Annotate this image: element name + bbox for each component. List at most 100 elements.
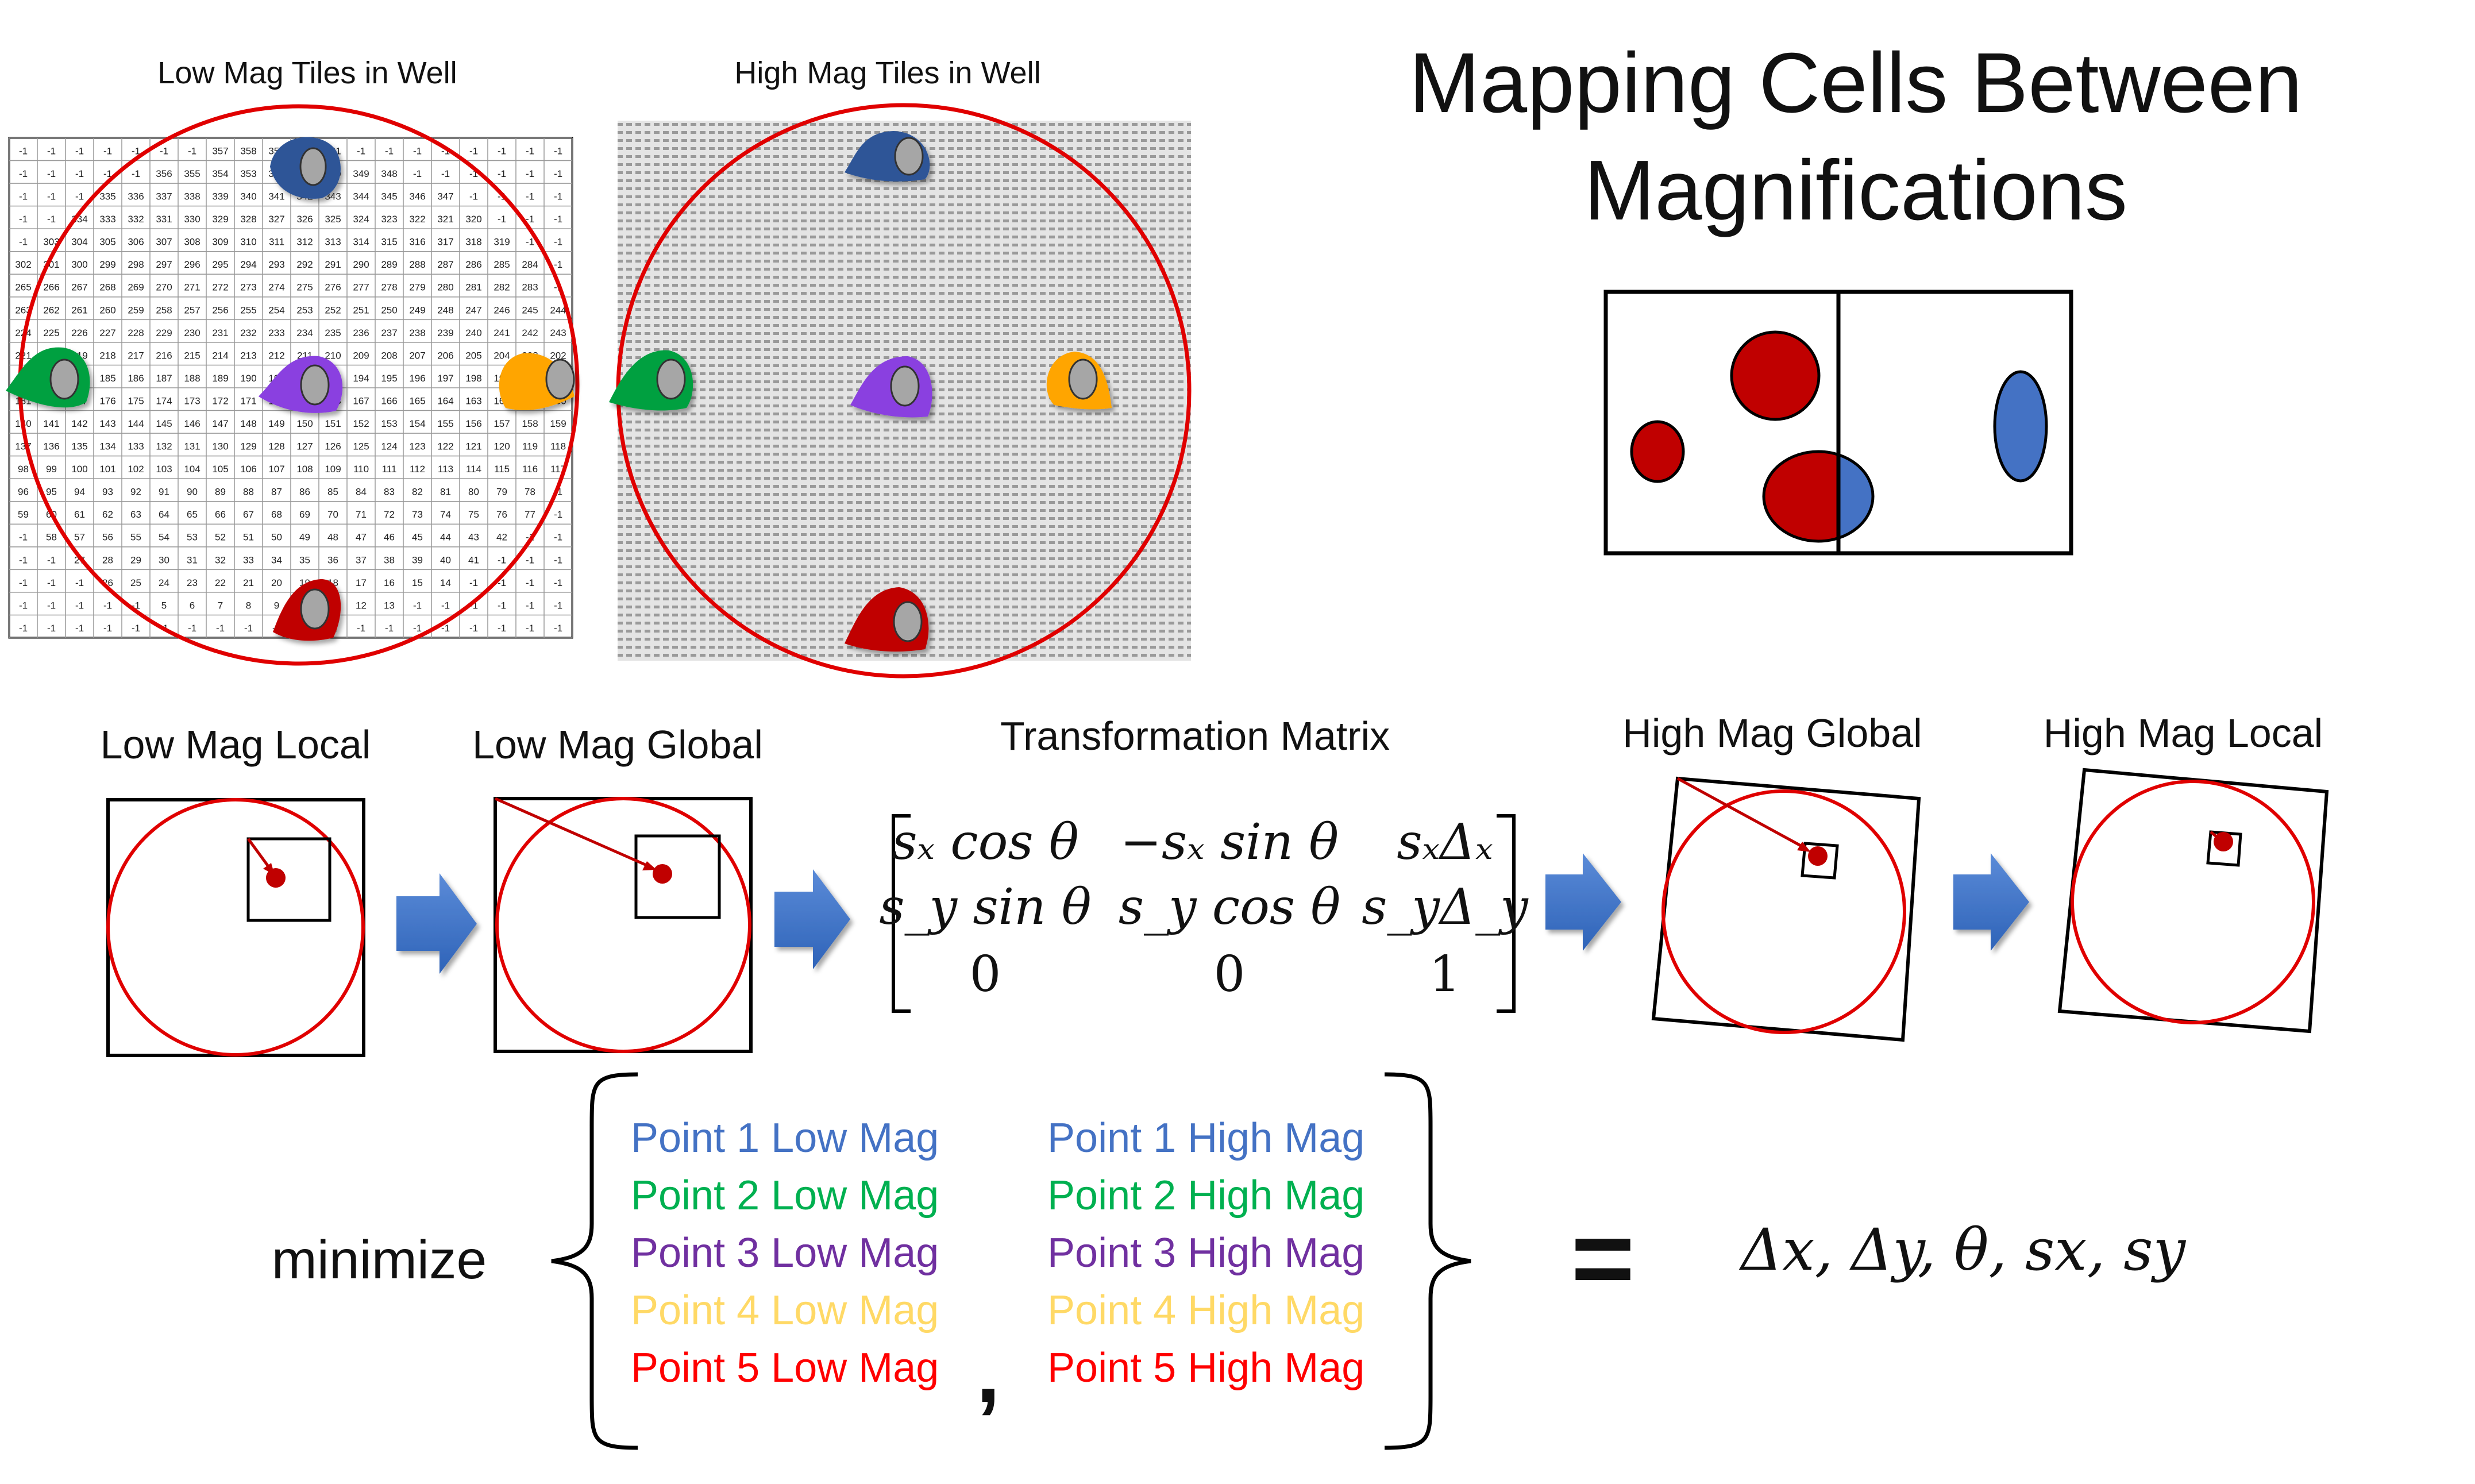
tile-cell: 122 [437, 441, 453, 452]
tile-cell: 256 [212, 304, 228, 315]
tile-cell: 64 [159, 509, 169, 520]
tile-cell: 234 [296, 327, 313, 338]
matrix-entry-r2c3: s_yΔ_y [1362, 878, 1529, 936]
tile-cell: -1 [357, 145, 365, 156]
tile-cell: 317 [437, 237, 453, 248]
tile-cell: 164 [437, 395, 453, 406]
tile-cell: 271 [184, 282, 200, 293]
tile-cell: -1 [554, 237, 562, 248]
tile-cell: 207 [409, 350, 425, 361]
tile-cell: 226 [71, 327, 87, 338]
minimize-label: minimize [272, 1229, 487, 1290]
tile-cell: 218 [99, 350, 115, 361]
tile-cell: -1 [19, 191, 28, 202]
tile-cell: 247 [465, 304, 481, 315]
tile-cell: 79 [496, 487, 507, 498]
tile-cell: -1 [19, 237, 28, 248]
tile-cell: 333 [99, 214, 115, 225]
diagram-low-mag-global [494, 797, 753, 1053]
tile-cell: 270 [156, 282, 172, 293]
tile-cell: 307 [156, 237, 172, 248]
tile-cell: 48 [327, 532, 338, 543]
tile-cell: 43 [468, 532, 479, 543]
tile-cell: 32 [215, 554, 226, 565]
tile-cell: 324 [353, 214, 369, 225]
tile-cell: 225 [43, 327, 59, 338]
tile-cell: 12 [356, 600, 367, 611]
tile-cell: 14 [440, 577, 451, 588]
tile-cell: 105 [212, 464, 228, 475]
tile-cell: 65 [187, 509, 198, 520]
tile-cell: 281 [465, 282, 481, 293]
tile-cell: 227 [99, 327, 115, 338]
tile-cell: 85 [327, 487, 338, 498]
tile-cell: 16 [384, 577, 395, 588]
tile-cell: 106 [240, 464, 256, 475]
tile-cell: 133 [128, 441, 144, 452]
arrow-2 [774, 869, 850, 969]
tile-cell: 143 [99, 418, 115, 429]
tile-cell: 216 [156, 350, 172, 361]
tile-cell: 72 [384, 509, 395, 520]
tile-cell: 6 [190, 600, 195, 611]
tile-cell: 354 [212, 168, 228, 179]
tile-cell: 321 [437, 214, 453, 225]
arrow-1 [396, 873, 477, 974]
label-high-mag-local: High Mag Local [2044, 711, 2323, 756]
tile-cell: -1 [498, 145, 506, 156]
tile-cell: 320 [465, 214, 481, 225]
tile-cell: 171 [240, 395, 256, 406]
tile-cell: 217 [128, 350, 144, 361]
tile-cell: 129 [240, 441, 256, 452]
tile-cell: 41 [468, 554, 479, 565]
tile-cell: 310 [240, 237, 256, 248]
tile-cell: 113 [438, 464, 453, 475]
tile-cell: -1 [19, 145, 28, 156]
point-3-low-mag-label: Point 3 Low Mag [631, 1230, 939, 1276]
tile-cell: -1 [526, 577, 534, 588]
tile-cell: 158 [522, 418, 538, 429]
tile-cell: 51 [243, 532, 254, 543]
arrow-3 [1545, 853, 1621, 951]
tile-cell: 61 [74, 509, 85, 520]
tile-cell: -1 [19, 554, 28, 565]
tile-cell: 36 [327, 554, 338, 565]
tile-cell: 98 [18, 464, 29, 475]
tile-cell: -1 [554, 191, 562, 202]
tile-cell: 187 [156, 373, 172, 384]
tile-cell: 165 [409, 395, 425, 406]
tile-cell: 159 [550, 418, 566, 429]
tile-cell: 283 [522, 282, 538, 293]
tile-cell: 155 [437, 418, 453, 429]
tile-cell: 120 [494, 441, 510, 452]
tile-cell: 108 [296, 464, 313, 475]
tile-cell: 288 [409, 259, 425, 270]
tile-cell: 123 [409, 441, 425, 452]
tile-cell: 127 [296, 441, 313, 452]
tile-cell: 340 [240, 191, 256, 202]
label-low-mag-local: Low Mag Local [101, 722, 371, 767]
label-low-mag-global: Low Mag Global [472, 722, 763, 767]
tile-cell: 309 [212, 237, 228, 248]
tile-cell: 118 [550, 441, 566, 452]
tile-cell: 76 [496, 509, 507, 520]
tile-cell: 110 [353, 464, 369, 475]
point-3-high-mag-label: Point 3 High Mag [1047, 1230, 1364, 1276]
tile-cell: 91 [159, 487, 169, 498]
cell-left-only [1630, 420, 1685, 483]
tile-cell: 44 [440, 532, 451, 543]
tile-cell: -1 [188, 145, 196, 156]
tile-cell: -1 [47, 214, 56, 225]
tile-cell: 20 [271, 577, 282, 588]
tile-cell: -1 [413, 168, 422, 179]
tile-cell: 296 [184, 259, 200, 270]
tile-cell: -1 [526, 191, 534, 202]
tile-cell: 101 [99, 464, 115, 475]
tile-cell: -1 [103, 623, 112, 634]
tile-cell: -1 [160, 145, 168, 156]
matrix-entry-r1c1: sₓ cos θ [892, 814, 1078, 871]
tile-cell: 358 [240, 145, 256, 156]
tile-cell: 145 [156, 418, 172, 429]
tile-cell: 83 [384, 487, 395, 498]
tile-cell: 290 [353, 259, 369, 270]
